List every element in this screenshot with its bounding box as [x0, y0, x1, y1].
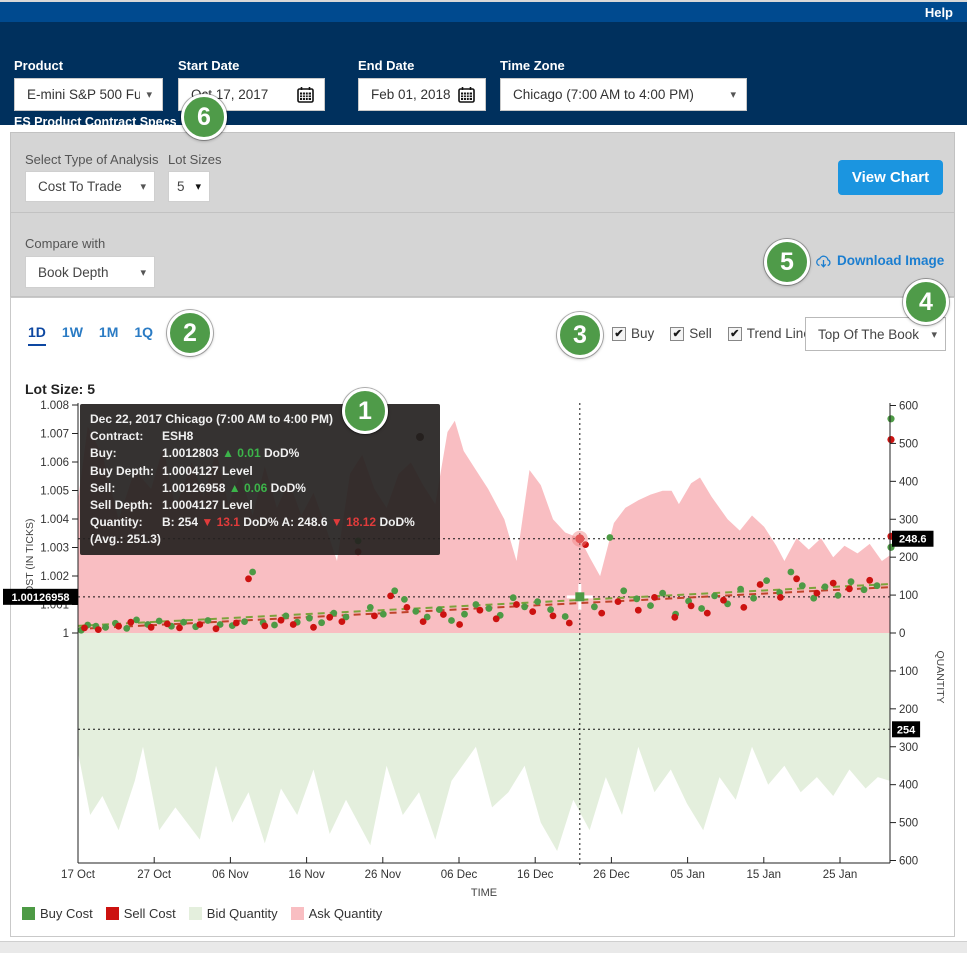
tab-1w[interactable]: 1W: [62, 324, 83, 346]
chevron-down-icon: ▾: [931, 328, 937, 341]
legend-swatch: [22, 907, 35, 920]
chevron-down-icon: ▾: [146, 88, 152, 101]
tooltip-row: Buy:1.0012803 ▲ 0.01 DoD%: [90, 445, 430, 462]
calendar-icon[interactable]: [297, 86, 314, 103]
step-badge-5: 5: [764, 239, 810, 285]
compare-with-value: Book Depth: [38, 265, 134, 280]
tab-1m[interactable]: 1M: [99, 324, 118, 346]
chevron-down-icon: ▾: [140, 180, 146, 193]
tooltip-row-label: Contract:: [90, 428, 162, 445]
chart-tooltip: Dec 22, 2017 Chicago (7:00 AM to 4:00 PM…: [80, 404, 440, 555]
help-link[interactable]: Help: [925, 5, 953, 20]
tooltip-row-label: Buy Depth:: [90, 463, 162, 480]
time-zone-label: Time Zone: [500, 58, 565, 73]
tooltip-segment: 1.0004127 Level: [162, 464, 253, 478]
analysis-type-select[interactable]: Cost To Trade ▾: [25, 171, 155, 202]
legend-label: Bid Quantity: [207, 906, 278, 921]
legend-label: Ask Quantity: [309, 906, 383, 921]
tooltip-segment: ▲ 0.01: [222, 446, 261, 460]
tooltip-segment: ESH8: [162, 429, 193, 443]
lot-size-label: Lot Size: 5: [25, 381, 95, 397]
tooltip-segment: 1.00126958: [162, 481, 229, 495]
tooltip-segment: ▼ 13.1: [201, 515, 240, 529]
checkmark-icon: ✔: [612, 327, 626, 341]
step-badge-2: 2: [167, 310, 213, 356]
page-footer-strip: [0, 941, 967, 953]
page: Help Product Start Date End Date Time Zo…: [0, 0, 967, 953]
analysis-type-value: Cost To Trade: [38, 179, 134, 194]
chevron-down-icon: ▾: [140, 266, 146, 279]
tooltip-segment: 1.0004127 Level: [162, 498, 253, 512]
sell-checkbox-label: Sell: [689, 326, 712, 341]
tooltip-row-label: Sell Depth:: [90, 497, 162, 514]
legend-label: Sell Cost: [124, 906, 176, 921]
product-value: E-mini S&P 500 Fu: [27, 87, 140, 102]
lot-sizes-value: 5: [177, 179, 189, 194]
legend-item-buy-cost[interactable]: Buy Cost: [22, 906, 93, 921]
compare-with-select[interactable]: Book Depth ▾: [25, 256, 155, 288]
legend-item-bid-quantity[interactable]: Bid Quantity: [189, 906, 278, 921]
cloud-download-icon: [815, 254, 832, 268]
tooltip-row: Contract:ESH8: [90, 428, 430, 445]
checkmark-icon: ✔: [670, 327, 684, 341]
series-toggles: ✔ Buy ✔ Sell ✔ Trend Lines: [612, 326, 818, 341]
product-select[interactable]: E-mini S&P 500 Fu ▾: [14, 78, 163, 111]
book-level-value: Top Of The Book: [818, 327, 925, 342]
legend-item-ask-quantity[interactable]: Ask Quantity: [291, 906, 383, 921]
end-date-value: Feb 01, 2018: [371, 87, 458, 102]
tooltip-segment: ▼ 18.12: [331, 515, 376, 529]
product-label: Product: [14, 58, 63, 73]
checkmark-icon: ✔: [728, 327, 742, 341]
download-image-link[interactable]: Download Image: [815, 253, 944, 268]
chart-card: [10, 297, 955, 937]
range-tabs: 1D 1W 1M 1Q 1Y: [28, 324, 186, 346]
lot-sizes-label: Lot Sizes: [168, 152, 221, 167]
view-chart-button[interactable]: View Chart: [838, 160, 943, 195]
tooltip-row: Sell:1.00126958 ▲ 0.06 DoD%: [90, 480, 430, 497]
product-contract-specs-link[interactable]: ES Product Contract Specs: [14, 115, 177, 129]
tab-1d[interactable]: 1D: [28, 324, 46, 346]
step-badge-4: 4: [903, 279, 949, 325]
chevron-down-icon: ▾: [195, 180, 201, 193]
calendar-icon[interactable]: [458, 86, 475, 103]
end-date-input[interactable]: Feb 01, 2018: [358, 78, 486, 111]
buy-checkbox[interactable]: ✔ Buy: [612, 326, 654, 341]
query-header: Product Start Date End Date Time Zone E-…: [0, 22, 967, 125]
time-zone-select[interactable]: Chicago (7:00 AM to 4:00 PM) ▾: [500, 78, 747, 111]
legend-label: Buy Cost: [40, 906, 93, 921]
tooltip-segment: ▲ 0.06: [229, 481, 268, 495]
tooltip-segment: DoD%: [267, 481, 306, 495]
tab-1q[interactable]: 1Q: [134, 324, 153, 346]
legend-swatch: [106, 907, 119, 920]
legend-swatch: [291, 907, 304, 920]
tooltip-row-label: Sell:: [90, 480, 162, 497]
compare-with-label: Compare with: [25, 236, 105, 251]
start-date-label: Start Date: [178, 58, 239, 73]
chart-legend: Buy Cost Sell Cost Bid Quantity Ask Quantit…: [22, 906, 382, 921]
top-navbar: Help: [0, 0, 967, 22]
tooltip-row: Quantity:B: 254 ▼ 13.1 DoD% A: 248.6 ▼ 1…: [90, 514, 430, 548]
analysis-type-label: Select Type of Analysis: [25, 152, 158, 167]
tooltip-row-label: Buy:: [90, 445, 162, 462]
tooltip-row: Buy Depth:1.0004127 Level: [90, 463, 430, 480]
end-date-label: End Date: [358, 58, 414, 73]
tooltip-row: Sell Depth:1.0004127 Level: [90, 497, 430, 514]
tooltip-segment: DoD% A: 248.6: [240, 515, 331, 529]
chevron-down-icon: ▾: [730, 88, 736, 101]
tooltip-segment: 1.0012803: [162, 446, 222, 460]
lot-sizes-select[interactable]: 5 ▾: [168, 171, 210, 202]
step-badge-3: 3: [557, 312, 603, 358]
tooltip-segment: B: 254: [162, 515, 201, 529]
step-badge-1: 1: [342, 388, 388, 434]
sell-checkbox[interactable]: ✔ Sell: [670, 326, 712, 341]
download-image-label: Download Image: [837, 253, 944, 268]
legend-swatch: [189, 907, 202, 920]
legend-item-sell-cost[interactable]: Sell Cost: [106, 906, 176, 921]
tooltip-segment: DoD%: [261, 446, 300, 460]
tooltip-row-label: Quantity:: [90, 514, 162, 531]
time-zone-value: Chicago (7:00 AM to 4:00 PM): [513, 87, 724, 102]
buy-checkbox-label: Buy: [631, 326, 654, 341]
step-badge-6: 6: [181, 94, 227, 140]
